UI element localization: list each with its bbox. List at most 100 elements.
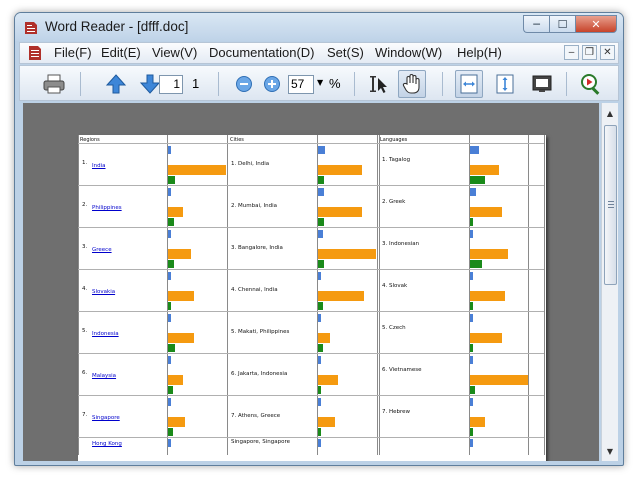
menu-window[interactable]: Window(W)	[374, 45, 443, 60]
blue-bar	[168, 439, 171, 447]
blue-bar	[168, 356, 171, 364]
blue-bar	[168, 146, 171, 154]
hand-tool-button[interactable]	[398, 70, 426, 98]
menu-view[interactable]: View(V)	[151, 45, 198, 60]
scrollbar-thumb[interactable]	[604, 125, 617, 285]
blue-bar	[168, 230, 171, 238]
zoom-dropdown-icon[interactable]: ▼	[317, 78, 323, 87]
fullscreen-button[interactable]	[528, 70, 556, 98]
document-minimize-button[interactable]: –	[564, 45, 579, 60]
green-bar	[168, 176, 175, 184]
region-number: 3.	[82, 244, 88, 250]
toolbar-separator	[566, 72, 567, 96]
minimize-window-button[interactable]: ─	[523, 15, 549, 33]
zoom-unit: %	[329, 76, 341, 91]
vertical-scrollbar[interactable]: ▲ ▼	[601, 103, 618, 461]
word-reader-app-icon	[25, 22, 37, 34]
menu-set[interactable]: Set(S)	[326, 45, 365, 60]
menu-file[interactable]: File(F)	[53, 45, 93, 60]
document-restore-button[interactable]: ❐	[582, 45, 597, 60]
toolbar-separator	[354, 72, 355, 96]
toolbar-separator	[80, 72, 81, 96]
scroll-up-icon[interactable]: ▲	[602, 105, 618, 121]
region-link[interactable]: Indonesia	[92, 331, 119, 337]
close-window-button[interactable]: ✕	[575, 15, 617, 33]
city-cell: 4. Chennai, India	[231, 287, 278, 293]
green-bar	[470, 344, 473, 352]
orange-bar	[318, 417, 336, 427]
green-bar	[318, 386, 322, 394]
blue-bar	[318, 314, 321, 322]
magnifier-play-icon	[581, 74, 600, 95]
previous-page-button[interactable]	[102, 70, 130, 98]
toolbar-separator	[218, 72, 219, 96]
table-column-border	[379, 135, 380, 455]
orange-bar	[470, 207, 502, 217]
zoom-in-button[interactable]	[258, 70, 286, 98]
document-close-button[interactable]: ✕	[600, 45, 615, 60]
zoom-level-input[interactable]: 57	[288, 75, 314, 94]
region-link[interactable]: Philippines	[92, 205, 122, 211]
table-row-border	[78, 185, 544, 186]
title-bar[interactable]: Word Reader - [dfff.doc] ─ ☐ ✕	[15, 13, 623, 41]
fullscreen-icon	[532, 75, 552, 92]
orange-bar	[470, 249, 508, 259]
blue-bar	[470, 314, 473, 322]
blue-bar	[318, 439, 321, 447]
menu-help[interactable]: Help(H)	[456, 45, 503, 60]
green-bar	[318, 176, 324, 184]
maximize-window-button[interactable]: ☐	[549, 15, 575, 33]
blue-bar	[318, 188, 324, 196]
language-cell: 6. Vietnamese	[382, 367, 422, 373]
region-number: 6.	[82, 370, 88, 376]
table-row-border	[78, 227, 544, 228]
blue-bar	[470, 146, 479, 154]
region-link[interactable]: Malaysia	[92, 373, 116, 379]
scroll-down-icon[interactable]: ▼	[602, 443, 618, 459]
fit-width-icon	[460, 74, 478, 94]
orange-bar	[470, 333, 502, 343]
select-tool-button[interactable]	[366, 70, 394, 98]
green-bar	[470, 260, 482, 268]
orange-bar	[318, 375, 339, 385]
language-cell: 7. Hebrew	[382, 409, 411, 415]
region-number: 1.	[82, 160, 88, 166]
blue-bar	[168, 188, 171, 196]
green-bar	[168, 428, 173, 436]
blue-bar	[470, 188, 476, 196]
city-cell: 5. Makati, Philippines	[231, 329, 290, 335]
green-bar	[168, 218, 174, 226]
table-row-border	[78, 395, 544, 396]
table-column-border	[544, 135, 545, 455]
fit-page-icon	[496, 74, 514, 94]
orange-bar	[168, 165, 226, 175]
blue-bar	[318, 230, 323, 238]
region-link[interactable]: India	[92, 163, 106, 169]
zoom-out-icon	[236, 76, 252, 92]
region-link[interactable]: Greece	[92, 247, 112, 253]
region-link[interactable]: Hong Kong	[92, 441, 122, 447]
printer-icon	[43, 74, 65, 94]
green-bar	[318, 218, 324, 226]
page-number-input[interactable]: 1	[159, 75, 183, 94]
menu-edit[interactable]: Edit(E)	[100, 45, 142, 60]
zoom-out-button[interactable]	[230, 70, 258, 98]
menu-documentation[interactable]: Documentation(D)	[208, 45, 316, 60]
orange-bar	[470, 165, 499, 175]
blue-bar	[470, 439, 473, 447]
blue-bar	[318, 146, 325, 154]
green-bar	[168, 260, 174, 268]
region-link[interactable]: Slovakia	[92, 289, 115, 295]
fit-page-button[interactable]	[491, 70, 519, 98]
region-link[interactable]: Singapore	[92, 415, 120, 421]
table-column-border	[78, 135, 79, 455]
document-viewport[interactable]: Regions Cities Languages 1. India 1. Delhi, I…	[23, 103, 599, 461]
fit-width-button[interactable]	[455, 70, 483, 98]
print-button[interactable]	[40, 70, 68, 98]
language-cell: 5. Czech	[382, 325, 406, 331]
search-play-button[interactable]	[577, 70, 605, 98]
blue-bar	[168, 398, 171, 406]
green-bar	[318, 428, 321, 436]
orange-bar	[318, 207, 362, 217]
document-icon[interactable]	[27, 45, 43, 61]
